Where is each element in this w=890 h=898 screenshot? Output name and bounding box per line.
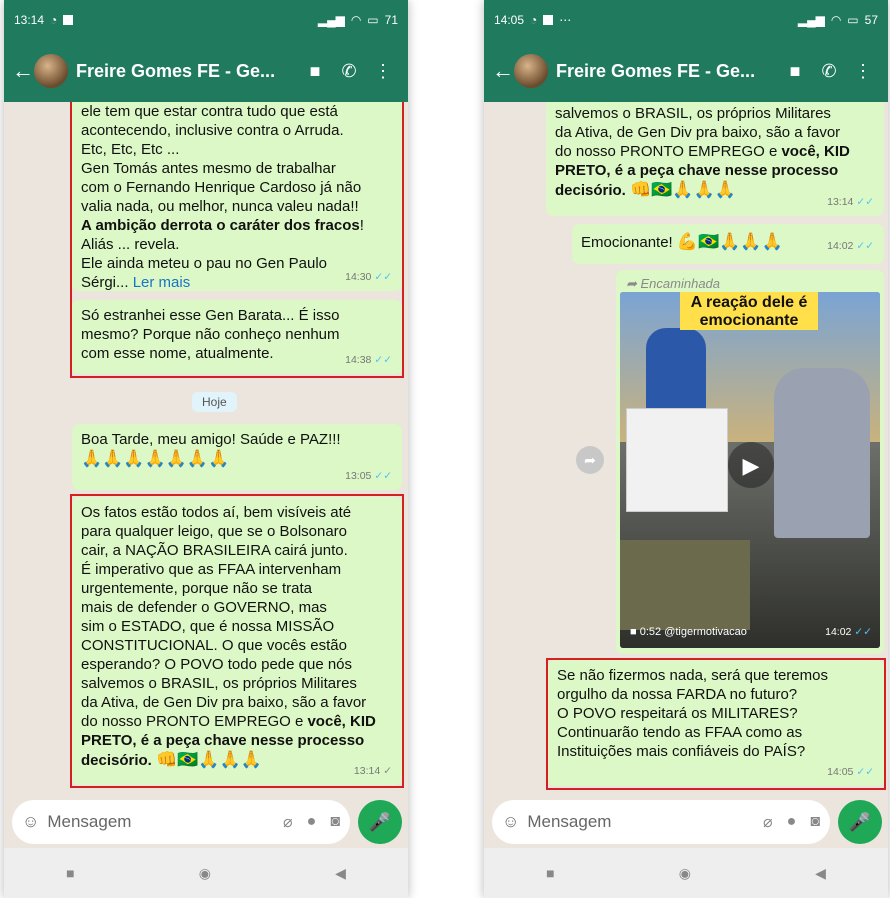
message-line: salvemos o BRASIL, os próprios Militares	[555, 105, 831, 122]
recents-icon[interactable]: ■	[66, 865, 74, 881]
video-watermark: @tigermotivacao	[664, 626, 747, 638]
bold-text: você, KID	[781, 143, 850, 160]
whatsapp-status-icon: ◔	[50, 13, 58, 27]
bold-text: decisório.	[555, 182, 626, 199]
emoji-icon[interactable]: ☺	[22, 812, 39, 832]
right-phone-screenshot: 14:05 ◔ ⋯ ▂▄▆ ◠ ▭ 57 ← Freire Gomes FE - Ge..…	[484, 0, 888, 898]
more-options-icon[interactable]: ⋮	[846, 61, 880, 82]
message-line: PRETO, é a peça chave nesse processo	[555, 161, 876, 180]
signal-icon: ▂▄▆	[317, 13, 345, 27]
more-options-icon[interactable]: ⋮	[366, 61, 400, 82]
overflow-icon: ⋯	[559, 13, 572, 27]
emoji-icon[interactable]: ☺	[502, 812, 519, 832]
message-input[interactable]: ☺ Mensagem ⌀ ● ◙	[12, 800, 350, 844]
chat-area[interactable]: salvemos o BRASIL, os próprios Militares…	[484, 102, 888, 796]
battery-icon: ▭	[367, 13, 379, 27]
message-text: Emocionante!	[581, 234, 673, 251]
camera-icon[interactable]: ◙	[330, 813, 340, 831]
contact-avatar[interactable]	[34, 54, 68, 88]
message-line: da Ativa, de Gen Div pra baixo, são a fa…	[555, 124, 841, 141]
mic-icon: 🎤	[368, 811, 392, 832]
video-duration: ■ 0:52 @tigermotivacao	[630, 626, 747, 638]
signal-icon: ▂▄▆	[797, 13, 825, 27]
video-call-icon[interactable]: ■	[298, 61, 332, 82]
whatsapp-status-icon: ◔	[530, 13, 538, 27]
back-arrow-icon[interactable]: ←	[12, 58, 34, 84]
chat-title[interactable]: Freire Gomes FE - Ge...	[76, 61, 298, 82]
left-phone-screenshot: 13:14 ◔ ▂▄▆ ◠ ▭ 71 ← Freire Gomes FE - Ge...…	[4, 0, 408, 898]
camera-icon[interactable]: ◙	[810, 813, 820, 831]
message-time: 14:02 ✓✓	[825, 626, 872, 638]
praying-hands-emojis: 🙏🙏🙏🙏🙏🙏🙏	[81, 449, 230, 468]
status-bar: 14:05 ◔ ⋯ ▂▄▆ ◠ ▭ 57	[484, 0, 888, 40]
message-bubble[interactable]: Boa Tarde, meu amigo! Saúde e PAZ!!! 🙏🙏🙏…	[72, 424, 402, 490]
chat-header: ← Freire Gomes FE - Ge... ■ ✆ ⋮	[4, 40, 408, 102]
attach-icon[interactable]: ⌀	[283, 812, 293, 832]
video-call-icon[interactable]: ■	[778, 61, 812, 82]
chat-area[interactable]: ele tem que estar contra tudo que está a…	[4, 102, 408, 796]
forward-share-icon[interactable]: ➦	[576, 446, 604, 474]
mic-button[interactable]: 🎤	[838, 800, 882, 844]
status-time: 13:14	[14, 13, 45, 27]
date-chip: Hoje	[192, 392, 237, 412]
phone-call-icon[interactable]: ✆	[812, 61, 846, 82]
bold-text: PRETO, é a peça chave nesse processo	[555, 162, 839, 179]
video-thumbnail[interactable]: A reação dele é emocionante ▶ ■ 0:52 @tig…	[620, 292, 880, 648]
read-receipt-icon: ✓✓	[854, 626, 872, 638]
status-bar: 13:14 ◔ ▂▄▆ ◠ ▭ 71	[4, 0, 408, 40]
back-arrow-icon[interactable]: ←	[492, 58, 514, 84]
app-notification-icon	[543, 15, 554, 25]
read-receipt-icon: ✓✓	[374, 470, 392, 482]
man-figure	[774, 368, 870, 538]
battery-icon: ▭	[847, 13, 859, 27]
message-input-bar: ☺ Mensagem ⌀ ● ◙ 🎤	[484, 796, 888, 848]
status-time: 14:05	[494, 13, 525, 27]
message-input-bar: ☺ Mensagem ⌀ ● ◙ 🎤	[4, 796, 408, 848]
message-time: 13:05 ✓✓	[345, 470, 392, 482]
read-receipt-icon: ✓✓	[856, 196, 874, 208]
play-icon[interactable]: ▶	[728, 442, 774, 488]
highlight-box	[546, 658, 886, 790]
payment-icon[interactable]: ●	[787, 813, 797, 831]
message-bubble[interactable]: Emocionante! 💪🇧🇷🙏🙏🙏 14:02 ✓✓	[572, 224, 884, 264]
app-notification-icon	[63, 15, 74, 25]
box-figure	[626, 408, 728, 512]
video-caption: A reação dele é emocionante	[680, 292, 818, 330]
highlight-box	[70, 494, 404, 788]
chat-title[interactable]: Freire Gomes FE - Ge...	[556, 61, 778, 82]
highlight-box	[70, 102, 404, 378]
back-nav-icon[interactable]: ◀	[815, 865, 826, 882]
input-placeholder: Mensagem	[527, 812, 612, 831]
message-bubble[interactable]: salvemos o BRASIL, os próprios Militares…	[546, 102, 884, 216]
chat-header: ← Freire Gomes FE - Ge... ■ ✆ ⋮	[484, 40, 888, 102]
android-navbar: ■ ◉ ◀	[4, 848, 408, 898]
message-line: do nosso PRONTO EMPREGO e você, KID	[555, 142, 876, 161]
read-receipt-icon: ✓✓	[856, 240, 874, 252]
recents-icon[interactable]: ■	[546, 865, 554, 881]
back-nav-icon[interactable]: ◀	[335, 865, 346, 882]
message-time: 14:02 ✓✓	[827, 240, 874, 252]
payment-icon[interactable]: ●	[307, 813, 317, 831]
emoji-group: 👊🇧🇷🙏🙏🙏	[630, 180, 736, 199]
message-time: 13:14 ✓✓	[827, 196, 874, 208]
mic-button[interactable]: 🎤	[358, 800, 402, 844]
battery-level: 71	[384, 13, 398, 27]
wifi-icon: ◠	[830, 13, 842, 27]
input-placeholder: Mensagem	[47, 812, 132, 831]
message-line: Boa Tarde, meu amigo! Saúde e PAZ!!!	[81, 431, 341, 448]
message-input[interactable]: ☺ Mensagem ⌀ ● ◙	[492, 800, 830, 844]
video-message-bubble[interactable]: ➦ Encaminhada A reação dele é emocionante…	[616, 270, 884, 654]
phone-call-icon[interactable]: ✆	[332, 61, 366, 82]
message-text: do nosso PRONTO EMPREGO e	[555, 143, 782, 160]
emoji-group: 💪🇧🇷🙏🙏🙏	[676, 232, 783, 251]
contact-avatar[interactable]	[514, 54, 548, 88]
mic-icon: 🎤	[848, 811, 872, 832]
wifi-icon: ◠	[350, 13, 362, 27]
home-icon[interactable]: ◉	[679, 865, 691, 882]
home-icon[interactable]: ◉	[199, 865, 211, 882]
android-navbar: ■ ◉ ◀	[484, 848, 888, 898]
attach-icon[interactable]: ⌀	[763, 812, 773, 832]
soldier-figure	[620, 540, 750, 630]
battery-level: 57	[864, 13, 878, 27]
